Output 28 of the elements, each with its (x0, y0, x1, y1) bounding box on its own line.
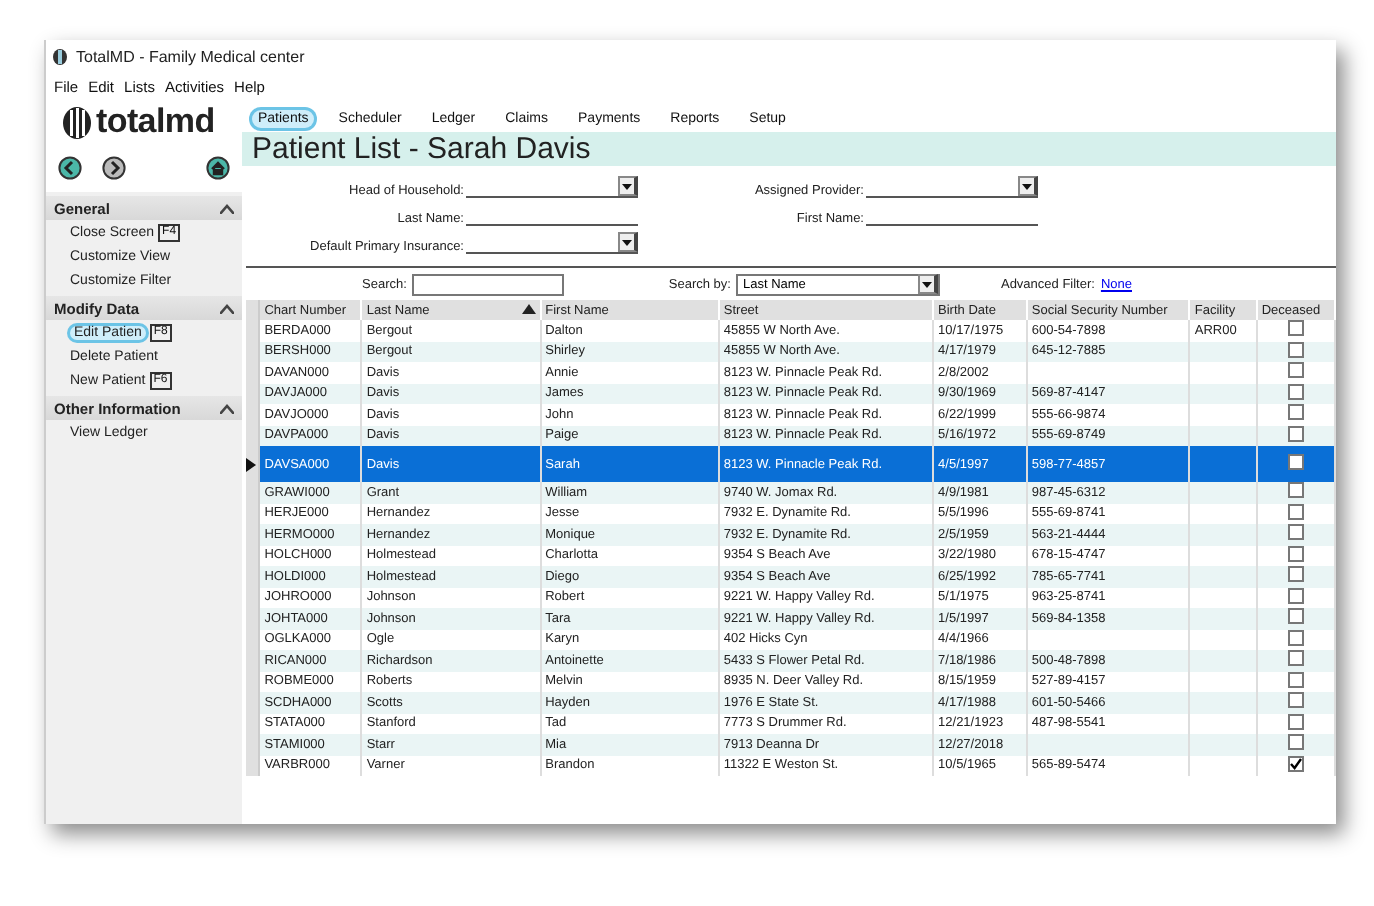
page-title: Patient List - Sarah Davis (252, 132, 591, 166)
deceased-checkbox[interactable] (1287, 608, 1304, 625)
filter-dropdown[interactable] (466, 232, 638, 254)
window-title: TotalMD - Family Medical center (76, 48, 305, 66)
search-field[interactable] (412, 273, 565, 295)
deceased-checkbox[interactable] (1287, 734, 1304, 751)
deceased-checkbox[interactable] (1287, 320, 1304, 337)
row-pointer-icon (246, 458, 256, 472)
filter-dropdown[interactable] (866, 176, 1038, 198)
deceased-checkbox[interactable] (1287, 454, 1304, 470)
deceased-checkbox[interactable] (1287, 756, 1304, 773)
deceased-checkbox[interactable] (1287, 362, 1304, 379)
home-icon[interactable] (206, 156, 230, 180)
caret-icon (220, 403, 234, 413)
caret-icon (220, 303, 234, 313)
deceased-checkbox[interactable] (1287, 482, 1304, 499)
forward-icon[interactable] (102, 156, 126, 180)
filter-dropdown[interactable] (466, 176, 638, 198)
deceased-checkbox[interactable] (1287, 524, 1304, 541)
deceased-checkbox[interactable] (1287, 404, 1304, 421)
app-icon (52, 48, 68, 66)
deceased-checkbox[interactable] (1287, 566, 1304, 583)
deceased-checkbox[interactable] (1287, 650, 1304, 667)
back-icon[interactable] (58, 156, 82, 180)
logo-icon (62, 105, 92, 139)
deceased-checkbox[interactable] (1287, 692, 1304, 709)
logo-text: totalmd (96, 102, 215, 142)
caret-icon (220, 203, 234, 213)
